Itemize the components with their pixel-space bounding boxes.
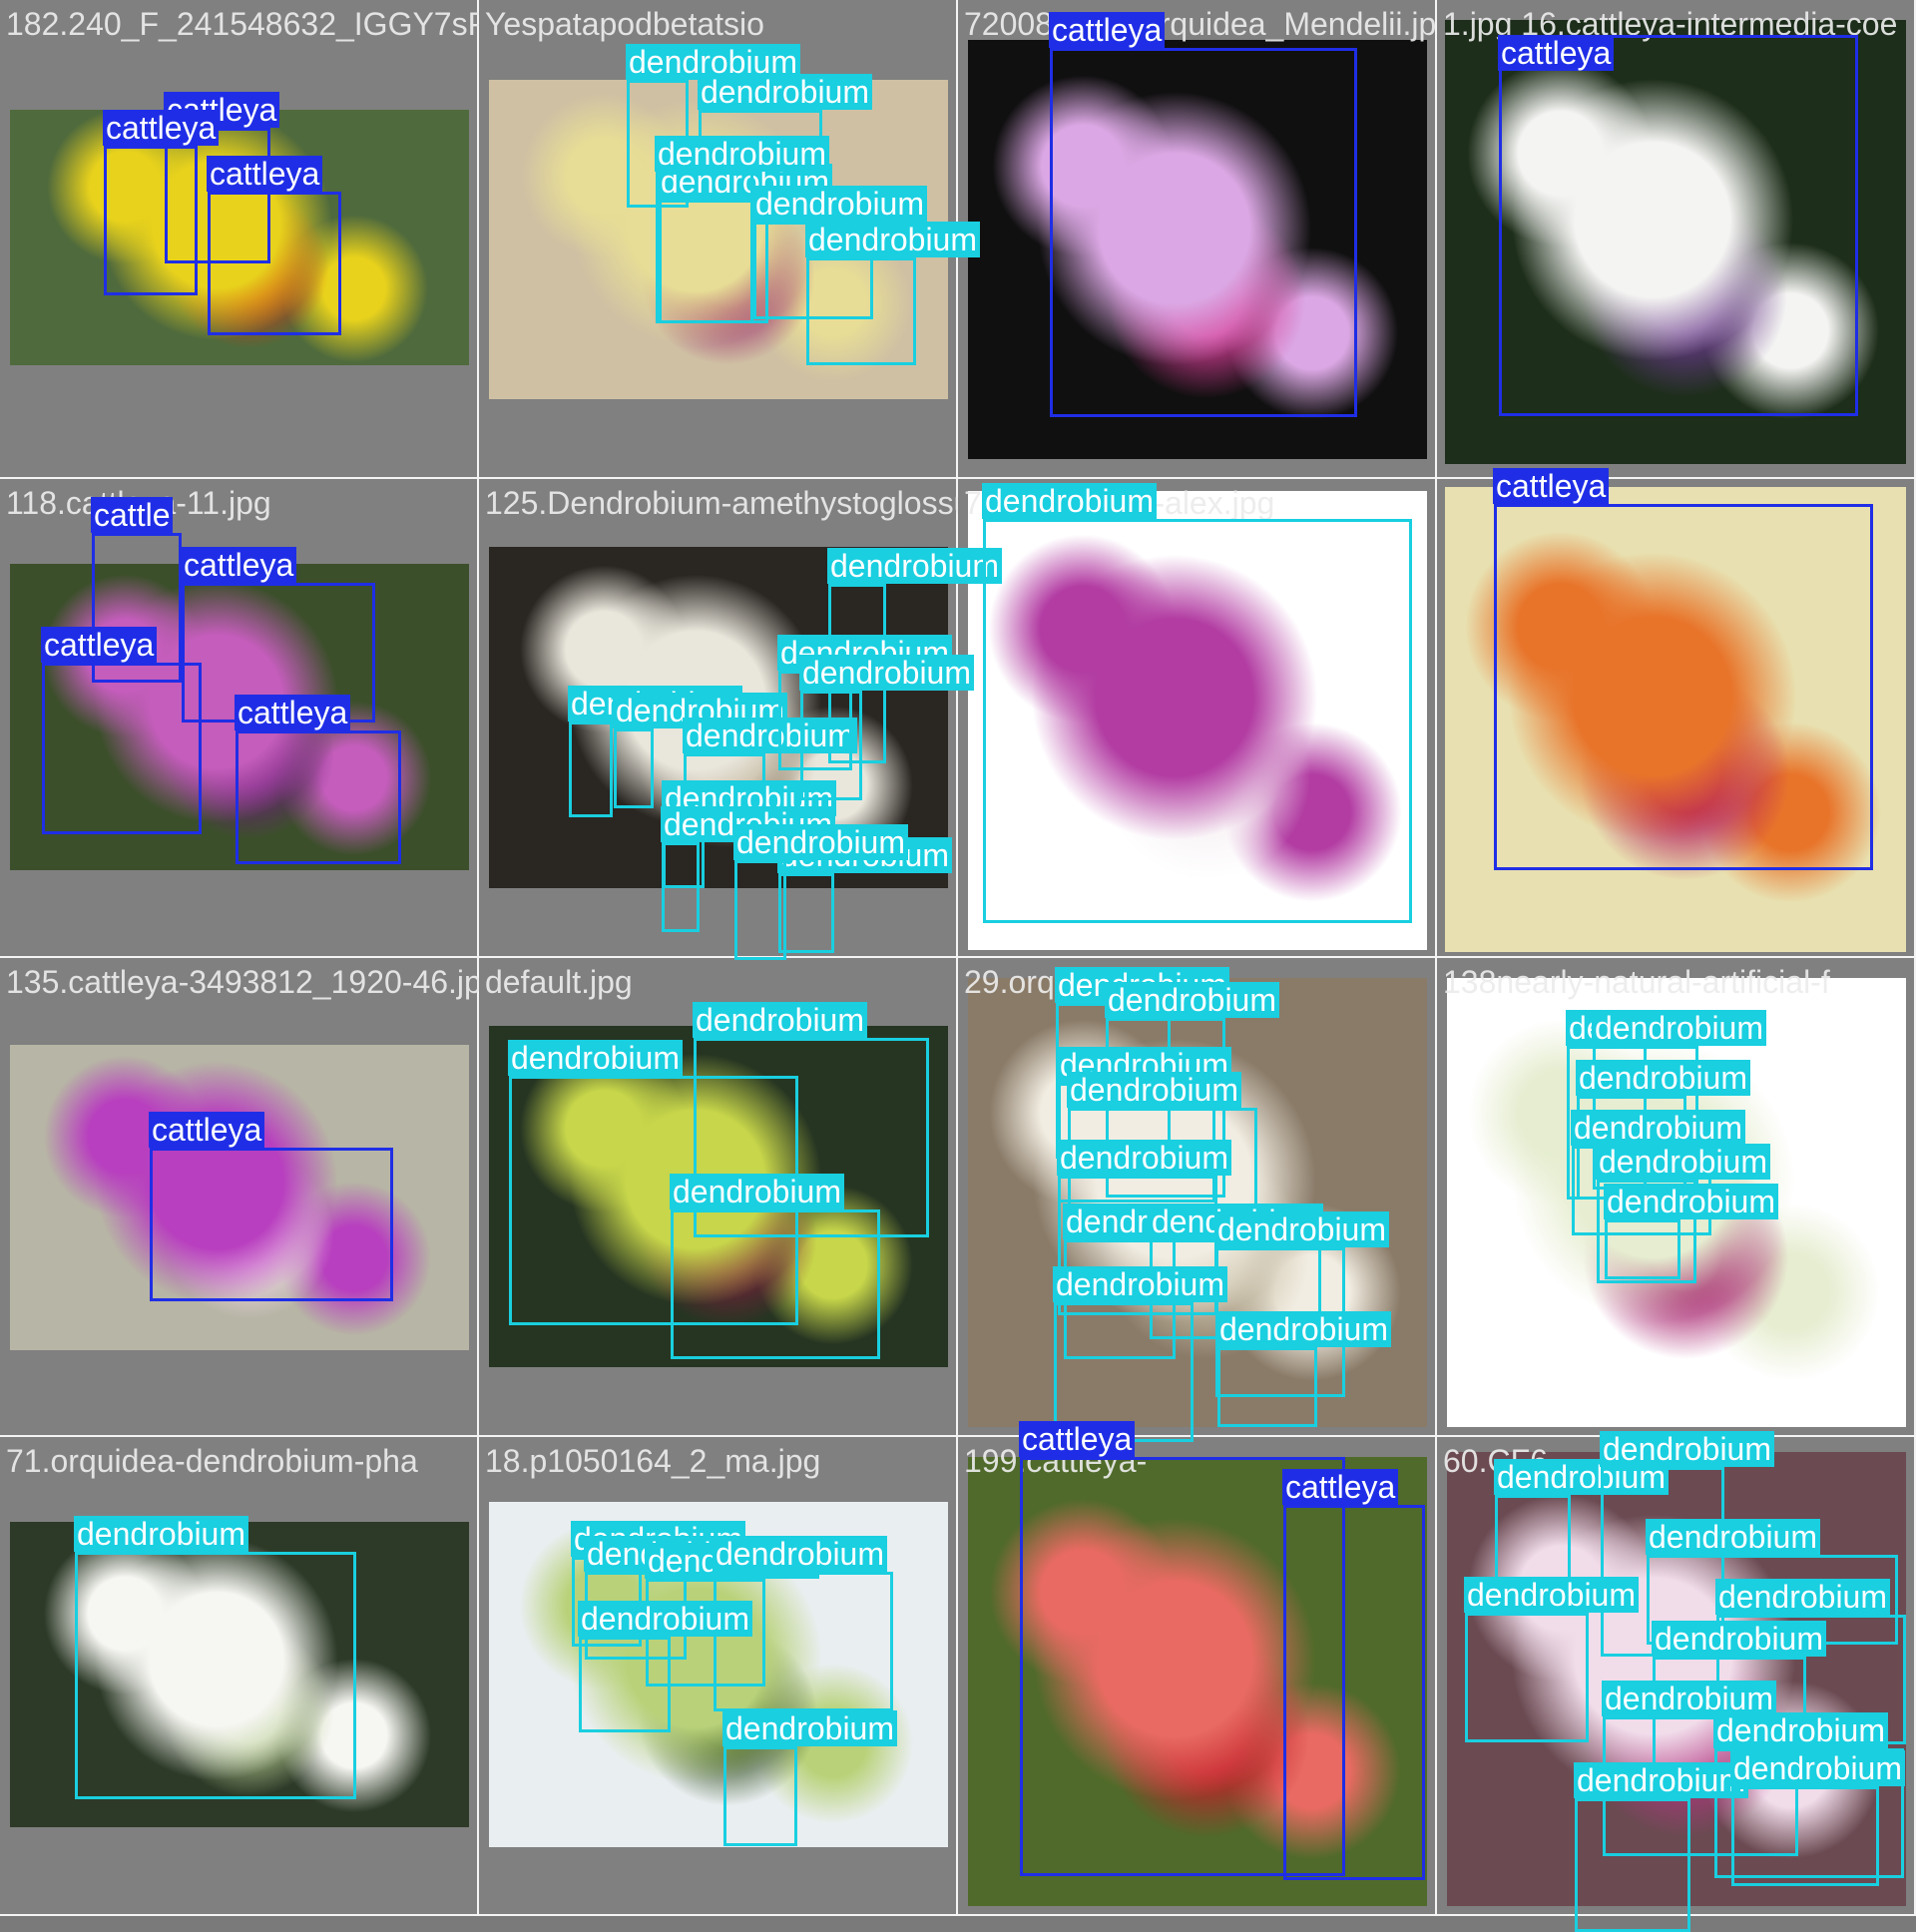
detection-label: cattleya: [103, 110, 220, 146]
detection-label: dendrobium: [1576, 1060, 1750, 1096]
detection-label: dendrobium: [698, 74, 872, 110]
detection-label: dendrobium: [74, 1516, 248, 1552]
detection-label: dendrobium: [1105, 982, 1279, 1018]
detection-label: dendrobium: [1216, 1311, 1391, 1347]
detection-label: dendrobium: [1652, 1621, 1826, 1657]
detection-label: dendrobium: [1713, 1712, 1888, 1748]
detection-label: dendrobium: [655, 136, 829, 172]
detection-label: cattleya: [1049, 12, 1166, 48]
detection-label: dendrobium: [1592, 1010, 1766, 1046]
tile-image: [10, 1045, 469, 1350]
detection-label: cattleya: [1019, 1421, 1136, 1457]
detection-label: dendrobium: [752, 186, 927, 222]
detection-label: dendrobium: [1057, 1140, 1231, 1176]
detection-label: dendrobium: [805, 222, 980, 257]
tile-image: [968, 40, 1427, 459]
detection-label: dendrobium: [827, 548, 1002, 584]
detection-label: dendrobium: [670, 1174, 844, 1209]
detection-label: dendrobium: [578, 1601, 752, 1637]
detection-label: cattleya: [149, 1112, 265, 1148]
detection-mosaic-grid: 182.240_F_241548632_IGGY7sPYItowzfb3SfGx…: [0, 0, 1916, 1932]
detection-label: dendrobium: [693, 1002, 867, 1038]
detection-label: cattleya: [235, 695, 351, 730]
tile-image: [968, 491, 1427, 950]
tile-image: [10, 1522, 469, 1827]
tile-image: [1445, 20, 1906, 464]
detection-label: dendrobium: [1571, 1110, 1745, 1146]
detection-label: dendrobium: [1067, 1072, 1241, 1108]
detection-label: cattle: [91, 497, 174, 533]
detection-label: dendrobium: [1464, 1577, 1639, 1613]
detection-label: dendrobium: [1730, 1750, 1905, 1786]
detection-label: cattleya: [1493, 468, 1610, 504]
tile-image: [968, 978, 1427, 1427]
detection-label: cattleya: [207, 156, 323, 192]
detection-label: dendrobium: [733, 824, 908, 860]
detection-label: dendrobium: [1214, 1211, 1389, 1247]
detection-label: cattleya: [1282, 1469, 1399, 1505]
detection-label: cattleya: [181, 547, 297, 583]
detection-label: cattleya: [1498, 35, 1615, 71]
detection-label: dendrobium: [713, 1536, 887, 1572]
detection-label: dendrobium: [1604, 1184, 1778, 1219]
detection-label: dendrobium: [1596, 1144, 1770, 1180]
tile-image: [10, 110, 469, 365]
detection-label: dendrobium: [508, 1040, 683, 1076]
detection-label: dendrobium: [683, 718, 857, 753]
detection-label: dendrobium: [982, 483, 1157, 519]
detection-label: dendrobium: [1053, 1266, 1227, 1302]
detection-label: dendrobium: [722, 1710, 897, 1746]
detection-label: dendrobium: [1602, 1681, 1776, 1716]
tile-image: [968, 1457, 1427, 1906]
detection-label: dendrobium: [1715, 1579, 1890, 1615]
tile-image: [1445, 487, 1906, 952]
detection-label: dendrobium: [1646, 1519, 1820, 1555]
detection-label: dendrobium: [1600, 1431, 1774, 1467]
detection-label: cattleya: [41, 627, 158, 663]
detection-label: dendrobium: [799, 655, 974, 691]
detection-label: dendrobium: [1574, 1762, 1748, 1798]
